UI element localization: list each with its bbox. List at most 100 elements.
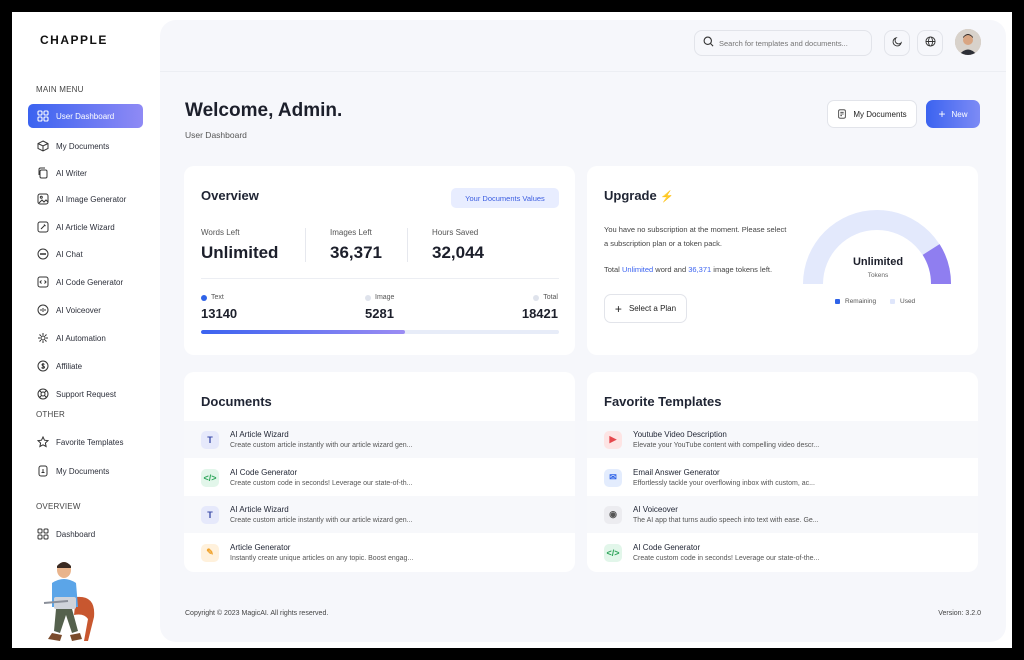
search-icon — [703, 34, 714, 52]
remaining-label: Remaining — [845, 298, 877, 305]
list-item[interactable]: ✉ Email Answer Generator Effortlessly tack… — [587, 459, 978, 496]
list-item-title: AI Code Generator — [633, 543, 701, 552]
document-icon — [837, 109, 847, 119]
sidebar-item-label: Affiliate — [56, 361, 83, 371]
sidebar-item-label: Dashboard — [56, 529, 96, 539]
theme-toggle-button[interactable] — [884, 30, 910, 56]
sidebar-item-my-documents[interactable]: My Documents — [28, 134, 143, 158]
list-item[interactable]: T AI Article Wizard Create custom article … — [184, 496, 575, 533]
documents-values-badge[interactable]: Your Documents Values — [451, 188, 559, 208]
sidebar-item-label: AI Chat — [56, 249, 83, 259]
tokens-summary: Total Unlimited word and 36,371 image to… — [604, 263, 804, 277]
documents-card: Documents T AI Article Wizard Create custo… — [184, 372, 575, 572]
list-item[interactable]: ◉ AI Voiceover The AI app that turns audio… — [587, 496, 978, 533]
upgrade-title-text: Upgrade — [604, 188, 657, 203]
usage-progress-bar — [201, 330, 559, 334]
total-words-value: Unlimited — [621, 265, 654, 274]
select-plan-button[interactable]: + Select a Plan — [604, 294, 687, 323]
template-icon: ✎ — [201, 543, 219, 562]
list-item[interactable]: </> AI Code Generator Create custom code i… — [587, 534, 978, 571]
lightning-icon: ⚡ — [660, 191, 675, 203]
gauge-value: Unlimited — [852, 256, 904, 268]
sidebar-item-ai-automation[interactable]: AI Automation — [28, 326, 143, 350]
sidebar-item-user-dashboard[interactable]: User Dashboard — [28, 104, 143, 128]
divider — [201, 278, 559, 279]
sidebar-item-ai-writer[interactable]: AI Writer — [28, 161, 143, 185]
list-item-description: Effortlessly tackle your overflowing inb… — [633, 480, 815, 487]
images-left-value: 36,371 — [330, 243, 382, 262]
sidebar-item-ai-voiceover[interactable]: AI Voiceover — [28, 298, 143, 322]
grid-icon — [37, 528, 49, 540]
upgrade-title: Upgrade ⚡ — [604, 188, 674, 203]
list-item[interactable]: ✎ Article Generator Instantly create uniqu… — [184, 534, 575, 571]
subscription-message: You have no subscription at the moment. … — [604, 225, 787, 248]
lifebuoy-icon — [37, 388, 49, 400]
sidebar-item-ai-image-generator[interactable]: AI Image Generator — [28, 187, 143, 211]
list-item-description: Create custom article instantly with our… — [230, 517, 413, 524]
list-item[interactable]: </> AI Code Generator Create custom code i… — [184, 459, 575, 496]
template-icon: T — [201, 505, 219, 524]
grid-icon — [37, 110, 49, 122]
divider — [305, 228, 306, 262]
sidebar-item-label: Favorite Templates — [56, 437, 124, 447]
app-window: CHAPPLE MAIN MENU User Dashboard My Docu… — [12, 12, 1012, 648]
sidebar-item-my-documents-other[interactable]: My Documents — [28, 459, 143, 483]
sidebar-item-label: User Dashboard — [56, 111, 115, 121]
automation-icon — [37, 332, 49, 344]
language-button[interactable] — [917, 30, 943, 56]
person-illustration — [43, 562, 95, 641]
sidebar: CHAPPLE MAIN MENU User Dashboard My Docu… — [12, 12, 158, 648]
sidebar-item-affiliate[interactable]: Affiliate — [28, 354, 143, 378]
main-panel: Welcome, Admin. User Dashboard My Docume… — [160, 20, 1006, 642]
total-legend-label: Total — [543, 294, 558, 301]
list-item[interactable]: ▶ Youtube Video Description Elevate your Y… — [587, 421, 978, 458]
list-item-description: The AI app that turns audio speech into … — [633, 517, 819, 524]
new-button[interactable]: + New — [926, 100, 980, 128]
version-text: Version: 3.2.0 — [938, 610, 981, 617]
template-icon: ◉ — [604, 505, 622, 524]
sidebar-item-label: AI Article Wizard — [56, 222, 115, 232]
remaining-legend: Remaining — [835, 298, 876, 305]
sidebar-item-label: AI Automation — [56, 333, 106, 343]
divider — [407, 228, 408, 262]
text-legend-label: Text — [211, 294, 224, 301]
my-documents-button[interactable]: My Documents — [827, 100, 917, 128]
text-count: 13140 — [201, 306, 238, 321]
words-left-label: Words Left — [201, 228, 240, 237]
my-documents-label: My Documents — [853, 109, 907, 119]
used-label: Used — [900, 298, 916, 305]
list-item-description: Instantly create unique articles on any … — [230, 555, 414, 562]
search-bar[interactable] — [694, 30, 872, 56]
list-item-title: AI Code Generator — [230, 468, 298, 477]
search-input[interactable] — [719, 38, 859, 48]
sidebar-item-label: AI Writer — [56, 168, 87, 178]
star-icon — [37, 436, 49, 448]
list-item-title: AI Article Wizard — [230, 505, 289, 514]
globe-icon — [924, 34, 936, 52]
user-avatar[interactable] — [955, 29, 981, 55]
template-icon: ✉ — [604, 468, 622, 487]
sidebar-item-ai-code-generator[interactable]: AI Code Generator — [28, 270, 143, 294]
sidebar-item-ai-article-wizard[interactable]: AI Article Wizard — [28, 215, 143, 239]
overview-card: Overview Your Documents Values Words Lef… — [184, 166, 575, 355]
sidebar-item-favorite-templates[interactable]: Favorite Templates — [28, 430, 143, 454]
upgrade-card: Upgrade ⚡ You have no subscription at th… — [587, 166, 978, 355]
copy-icon — [37, 167, 49, 179]
sidebar-item-label: My Documents — [56, 466, 110, 476]
words-left-value: Unlimited — [201, 243, 279, 262]
new-label: New — [951, 109, 968, 119]
app-logo[interactable]: CHAPPLE — [40, 33, 108, 47]
plus-icon: + — [938, 107, 946, 121]
list-item[interactable]: T AI Article Wizard Create custom article … — [184, 421, 575, 458]
overview-heading: OVERVIEW — [36, 502, 81, 511]
code-icon — [37, 276, 49, 288]
template-icon: </> — [201, 468, 219, 487]
sidebar-item-label: My Documents — [56, 141, 110, 151]
template-icon: ▶ — [604, 430, 622, 449]
image-legend: Image — [365, 294, 394, 301]
sidebar-item-ai-chat[interactable]: AI Chat — [28, 242, 143, 266]
sidebar-item-support-request[interactable]: Support Request — [28, 382, 143, 406]
plus-icon: + — [614, 301, 622, 316]
list-item-title: Email Answer Generator — [633, 468, 720, 477]
sidebar-item-dashboard[interactable]: Dashboard — [28, 522, 143, 546]
